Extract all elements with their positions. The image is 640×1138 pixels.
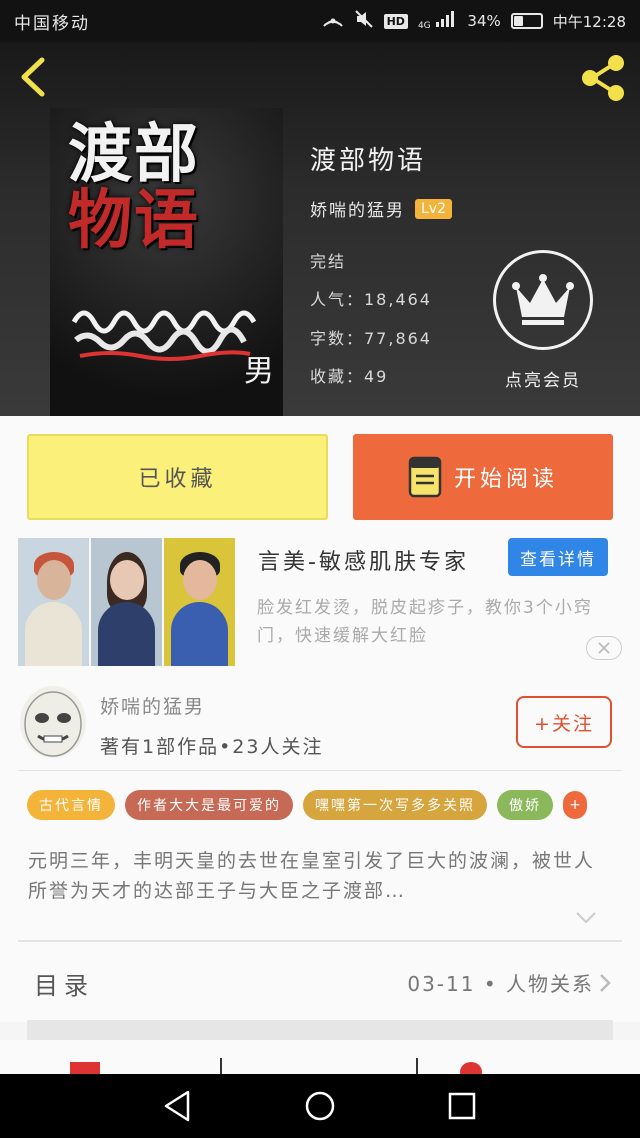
author-name[interactable]: 娇喘的猛男 — [310, 196, 405, 221]
ad-thumb-1 — [18, 538, 89, 666]
author-avatar[interactable] — [20, 686, 86, 758]
book-popularity: 人气：18,464 — [310, 290, 432, 309]
book-icon — [408, 456, 442, 498]
tag-pill[interactable]: 嘿嘿第一次写多多关照 — [303, 790, 487, 820]
cover-title-line2: 物语 — [68, 183, 200, 258]
chevron-right-icon — [598, 972, 612, 994]
status-bar: 中国移动 HD 4G 34% 中午12:28 — [0, 0, 640, 42]
battery-fill — [513, 16, 523, 26]
meme-face-icon — [24, 691, 82, 757]
ad-thumb-2 — [91, 538, 162, 666]
ad-description[interactable]: 脸发红发烫，脱皮起疹子，教你3个小窍门，快速缓解大红脸 — [257, 594, 617, 650]
chevron-down-icon — [576, 912, 596, 924]
level-badge: Lv2 — [415, 198, 452, 219]
ad-detail-button[interactable]: 查看详情 — [508, 538, 608, 576]
square-recents-icon — [448, 1092, 476, 1120]
toolbar-separator — [416, 1058, 418, 1074]
tag-more-button[interactable]: + — [563, 791, 587, 819]
share-button[interactable] — [578, 54, 628, 102]
toolbar-item-1[interactable] — [70, 1058, 100, 1074]
divider — [18, 770, 622, 771]
signal-icon: 4G — [418, 10, 457, 32]
author-section-name[interactable]: 娇喘的猛男 — [100, 692, 205, 719]
carrier-label: 中国移动 — [14, 13, 90, 34]
hd-badge: HD — [383, 13, 408, 29]
circle-home-icon — [305, 1091, 335, 1121]
author-row: 娇喘的猛男 Lv2 — [310, 196, 452, 221]
book-header: 渡部 物语 男 渡部物语 娇喘的猛男 Lv2 完结 人气：18,464 字数：7… — [0, 42, 640, 416]
nav-back-button[interactable] — [158, 1088, 198, 1124]
chevron-left-icon — [21, 57, 45, 97]
cover-author-scribble: 男 — [70, 302, 274, 389]
toolbar-item-3[interactable] — [460, 1058, 482, 1074]
tag-pill[interactable]: 傲娇 — [497, 790, 553, 820]
close-icon — [598, 642, 610, 654]
ad-banner[interactable]: 言美-敏感肌肤专家 查看详情 脸发红发烫，脱皮起疹子，教你3个小窍门，快速缓解大… — [0, 530, 640, 676]
cover-title: 渡部 物语 — [68, 122, 200, 254]
action-bar: 已收藏 开始阅读 — [0, 416, 640, 530]
tag-list: 古代言情 作者大大是最可爱的 嘿嘿第一次写多多关照 傲娇 + — [27, 790, 587, 820]
start-reading-button[interactable]: 开始阅读 — [353, 434, 613, 520]
ad-title[interactable]: 言美-敏感肌肤专家 — [258, 544, 469, 576]
scribble-icon — [71, 310, 257, 361]
toolbar-separator — [220, 1058, 222, 1074]
ad-close-button[interactable] — [586, 636, 622, 660]
network-label: 4G — [417, 21, 431, 31]
catalog-row[interactable]: 目录 03-11 • 人物关系 — [0, 942, 640, 1022]
back-button[interactable] — [14, 56, 54, 98]
catalog-latest-chapter: 03-11 • 人物关系 — [407, 972, 594, 996]
system-nav-bar — [0, 1074, 640, 1138]
follow-button[interactable]: +关注 — [516, 696, 612, 748]
cover-title-line1: 渡部 — [68, 117, 200, 192]
book-cover[interactable]: 渡部 物语 男 — [50, 108, 283, 416]
author-section: 娇喘的猛男 著有1部作品•23人关注 +关注 — [0, 676, 640, 772]
book-word-count: 字数：77,864 — [310, 329, 432, 348]
crown-icon — [512, 274, 574, 325]
hotspot-icon — [322, 10, 344, 32]
section-spacer — [27, 1020, 613, 1040]
ad-thumb-3 — [164, 538, 235, 666]
clock: 中午12:28 — [552, 12, 626, 31]
author-section-stats: 著有1部作品•23人关注 — [100, 736, 324, 758]
tag-pill[interactable]: 古代言情 — [27, 790, 115, 820]
cover-author-last-char: 男 — [244, 354, 274, 389]
battery-icon — [510, 13, 543, 29]
battery-percent: 34% — [467, 12, 501, 30]
bottom-toolbar-partial — [0, 1040, 640, 1074]
vip-label[interactable]: 点亮会员 — [480, 366, 606, 391]
favorited-button[interactable]: 已收藏 — [27, 434, 328, 520]
book-status: 完结 — [310, 252, 347, 271]
share-icon — [582, 55, 624, 101]
nav-home-button[interactable] — [300, 1088, 340, 1124]
expand-button[interactable] — [574, 910, 598, 926]
book-favorites: 收藏：49 — [310, 367, 389, 386]
nav-recents-button[interactable] — [442, 1088, 482, 1124]
ad-image[interactable] — [18, 538, 235, 666]
mute-icon — [354, 10, 374, 32]
triangle-back-icon — [164, 1090, 190, 1122]
tag-pill[interactable]: 作者大大是最可爱的 — [125, 790, 293, 820]
vip-button[interactable] — [493, 250, 593, 350]
book-title: 渡部物语 — [310, 146, 427, 176]
tags-section: 古代言情 作者大大是最可爱的 嘿嘿第一次写多多关照 傲娇 + 元明三年，丰明天皇… — [0, 772, 640, 942]
status-icons: HD 4G 34% 中午12:28 — [322, 10, 626, 32]
start-reading-label: 开始阅读 — [453, 467, 558, 492]
synopsis[interactable]: 元明三年，丰明天皇的去世在皇室引发了巨大的波澜，被世人所誉为天才的达部王子与大臣… — [28, 846, 608, 906]
catalog-label: 目录 — [34, 972, 94, 1000]
